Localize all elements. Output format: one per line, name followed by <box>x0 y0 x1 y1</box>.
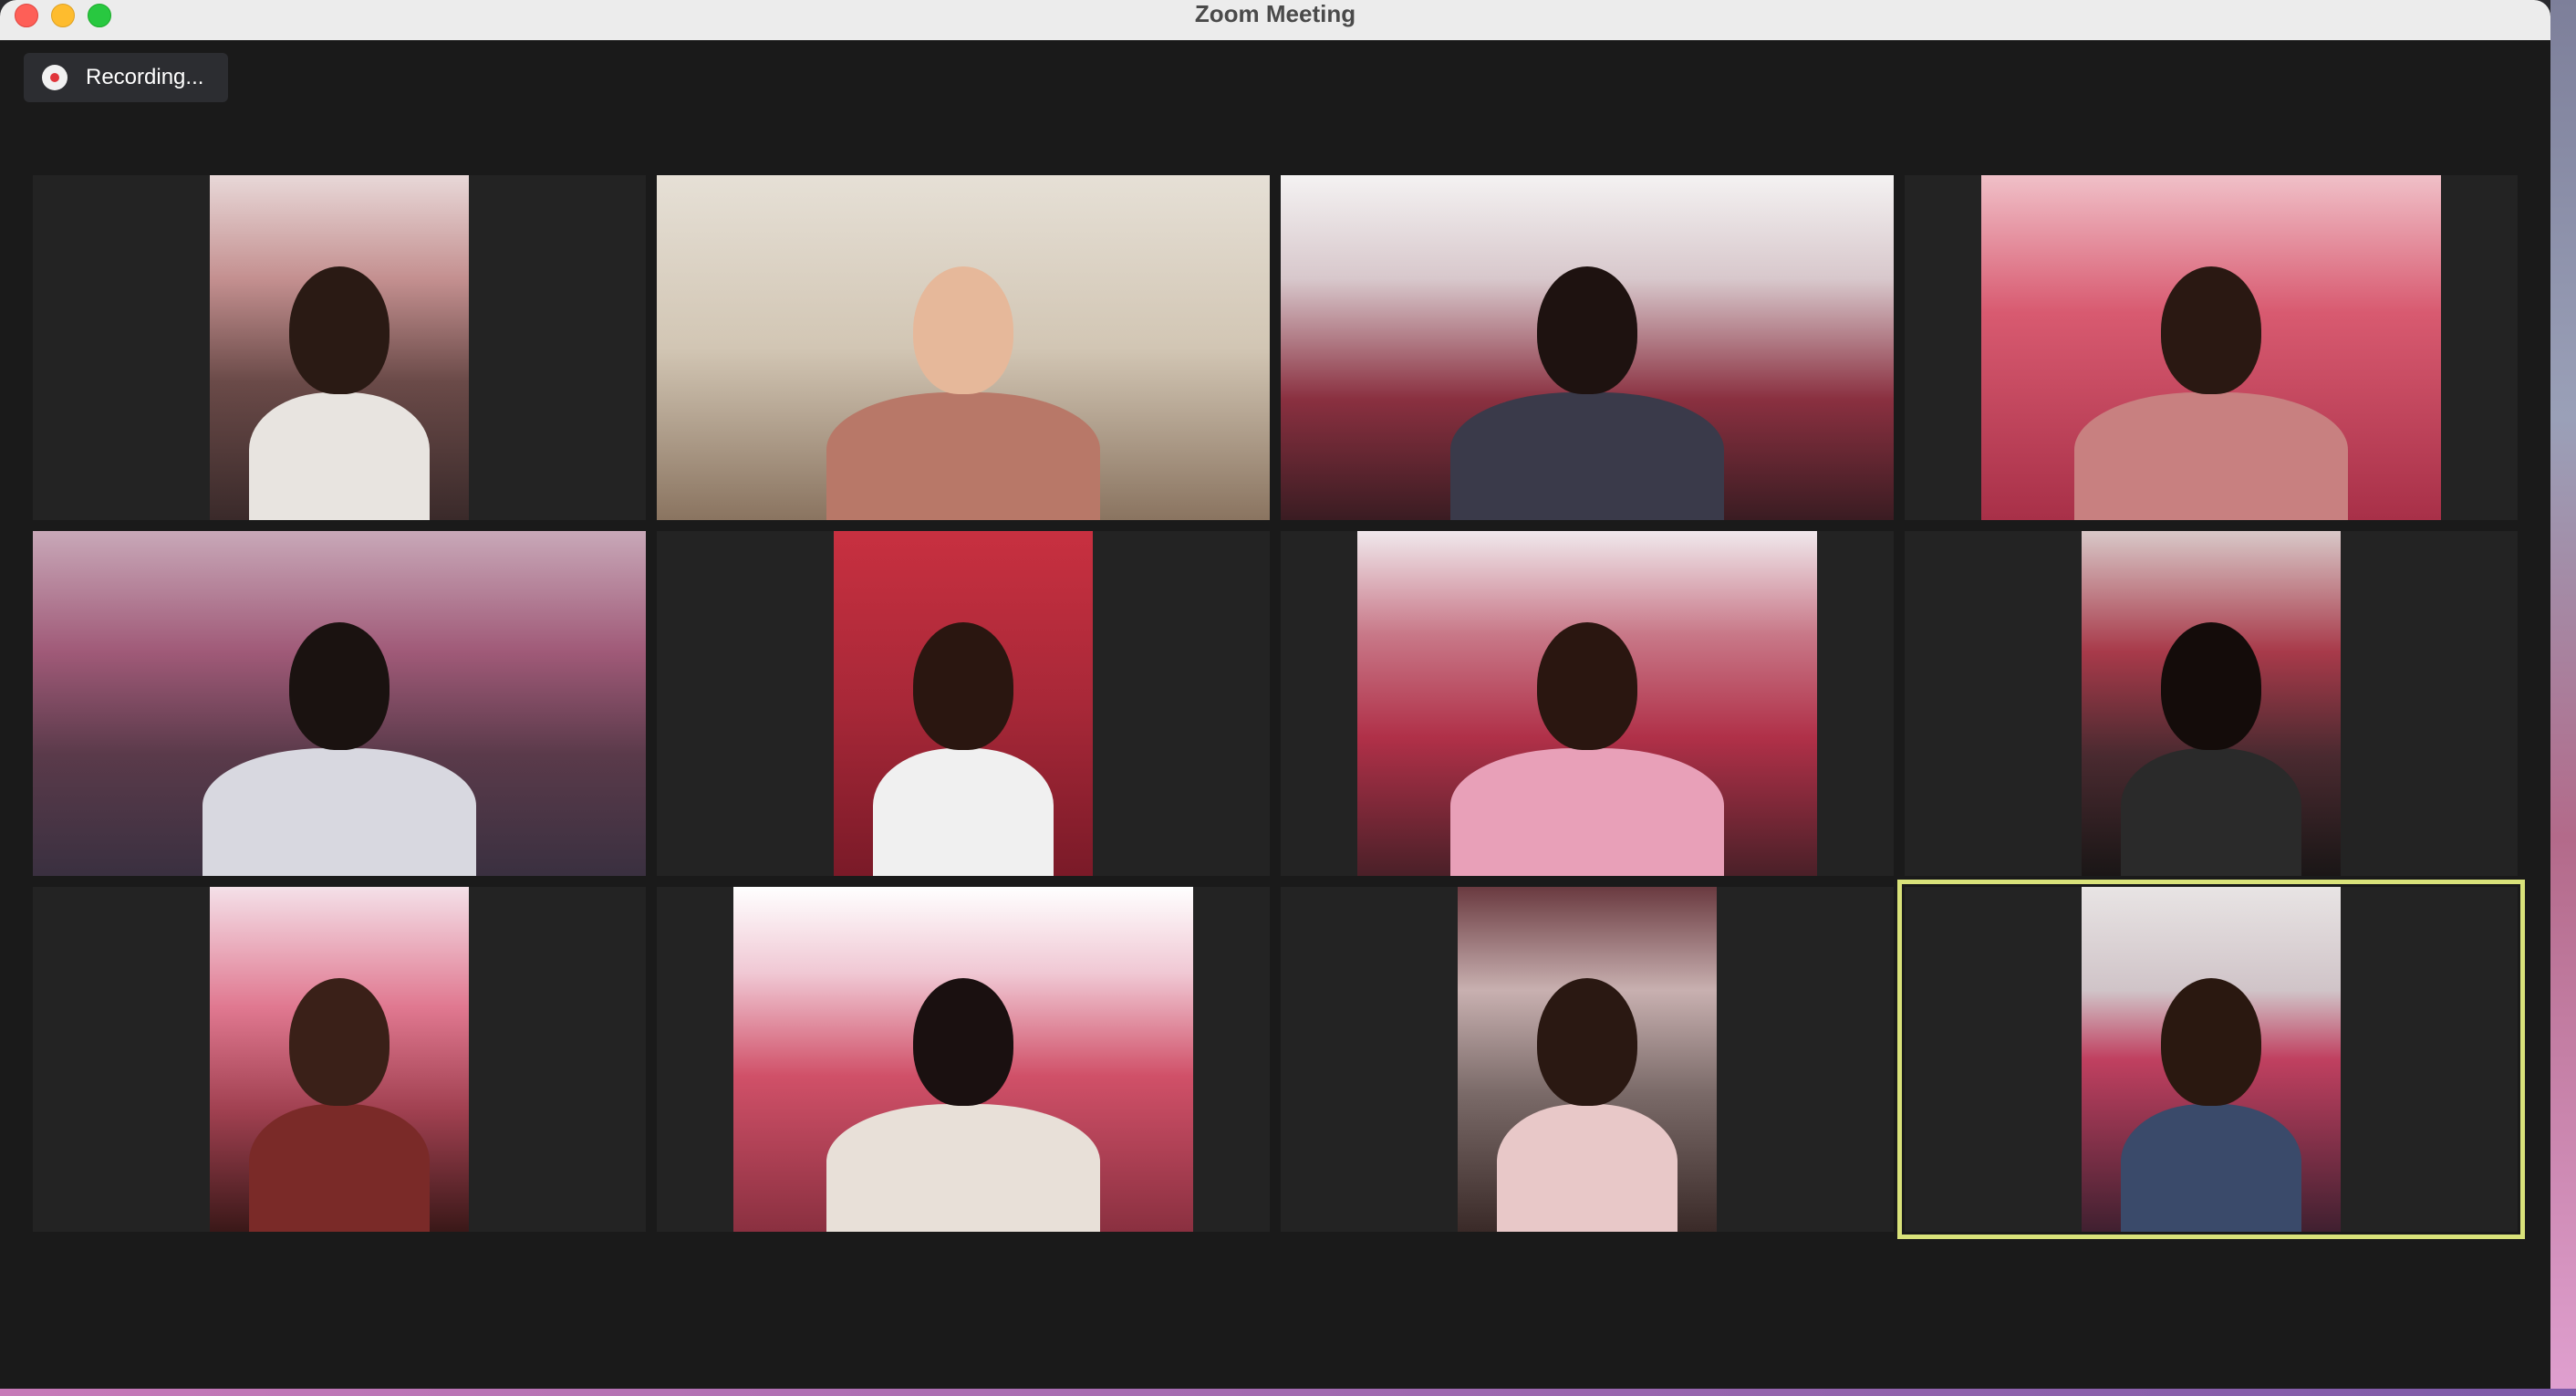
dock-strip <box>0 1389 2576 1396</box>
participant-body <box>2120 748 2302 876</box>
participant-tile[interactable] <box>1281 175 1894 520</box>
participant-video <box>2082 887 2341 1232</box>
participant-tile[interactable] <box>33 887 646 1232</box>
participant-video <box>210 887 469 1232</box>
participant-video <box>733 887 1193 1232</box>
participant-face <box>1537 978 1637 1106</box>
participant-body <box>2074 392 2348 520</box>
participant-video <box>1981 175 2441 520</box>
participant-video <box>834 531 1093 876</box>
participant-video <box>657 175 1270 520</box>
meeting-content: Recording... <box>0 40 2550 1396</box>
participant-video <box>1458 887 1717 1232</box>
participant-face <box>913 622 1013 750</box>
participant-body <box>2120 1104 2302 1232</box>
participant-body <box>1496 1104 1678 1232</box>
participant-tile[interactable] <box>33 175 646 520</box>
participant-video <box>2082 531 2341 876</box>
participant-face <box>289 978 390 1106</box>
recording-indicator[interactable]: Recording... <box>24 53 228 102</box>
participant-video <box>1357 531 1817 876</box>
participant-tile[interactable] <box>1897 880 2525 1239</box>
participant-body <box>872 748 1054 876</box>
participant-body <box>248 1104 431 1232</box>
recording-label: Recording... <box>86 65 204 89</box>
participant-tile[interactable] <box>657 175 1270 520</box>
participant-body <box>1450 748 1724 876</box>
participant-tile[interactable] <box>657 887 1270 1232</box>
participant-tile[interactable] <box>33 531 646 876</box>
participant-body <box>203 748 476 876</box>
participant-body <box>1450 392 1724 520</box>
record-icon <box>42 65 68 90</box>
participant-tile[interactable] <box>1281 887 1894 1232</box>
participant-face <box>2161 622 2261 750</box>
participant-face <box>913 266 1013 394</box>
participant-face <box>913 978 1013 1106</box>
participant-face <box>2161 266 2261 394</box>
participant-face <box>1537 622 1637 750</box>
participant-face <box>1537 266 1637 394</box>
participant-face <box>289 622 390 750</box>
participant-face <box>289 266 390 394</box>
zoom-window: Zoom Meeting Recording... <box>0 0 2550 1396</box>
record-dot <box>50 73 59 82</box>
participant-body <box>826 392 1100 520</box>
window-title: Zoom Meeting <box>1194 0 1356 27</box>
title-bar[interactable]: Zoom Meeting <box>0 0 2550 41</box>
participant-tile[interactable] <box>1905 531 2518 876</box>
participant-video <box>33 531 646 876</box>
participant-video <box>210 175 469 520</box>
participant-body <box>248 392 431 520</box>
participant-video <box>1281 175 1894 520</box>
participant-face <box>2161 978 2261 1106</box>
participant-body <box>826 1104 1100 1232</box>
participant-tile[interactable] <box>1905 175 2518 520</box>
participant-tile[interactable] <box>657 531 1270 876</box>
desktop-background <box>2550 0 2576 1396</box>
participant-tile[interactable] <box>1281 531 1894 876</box>
